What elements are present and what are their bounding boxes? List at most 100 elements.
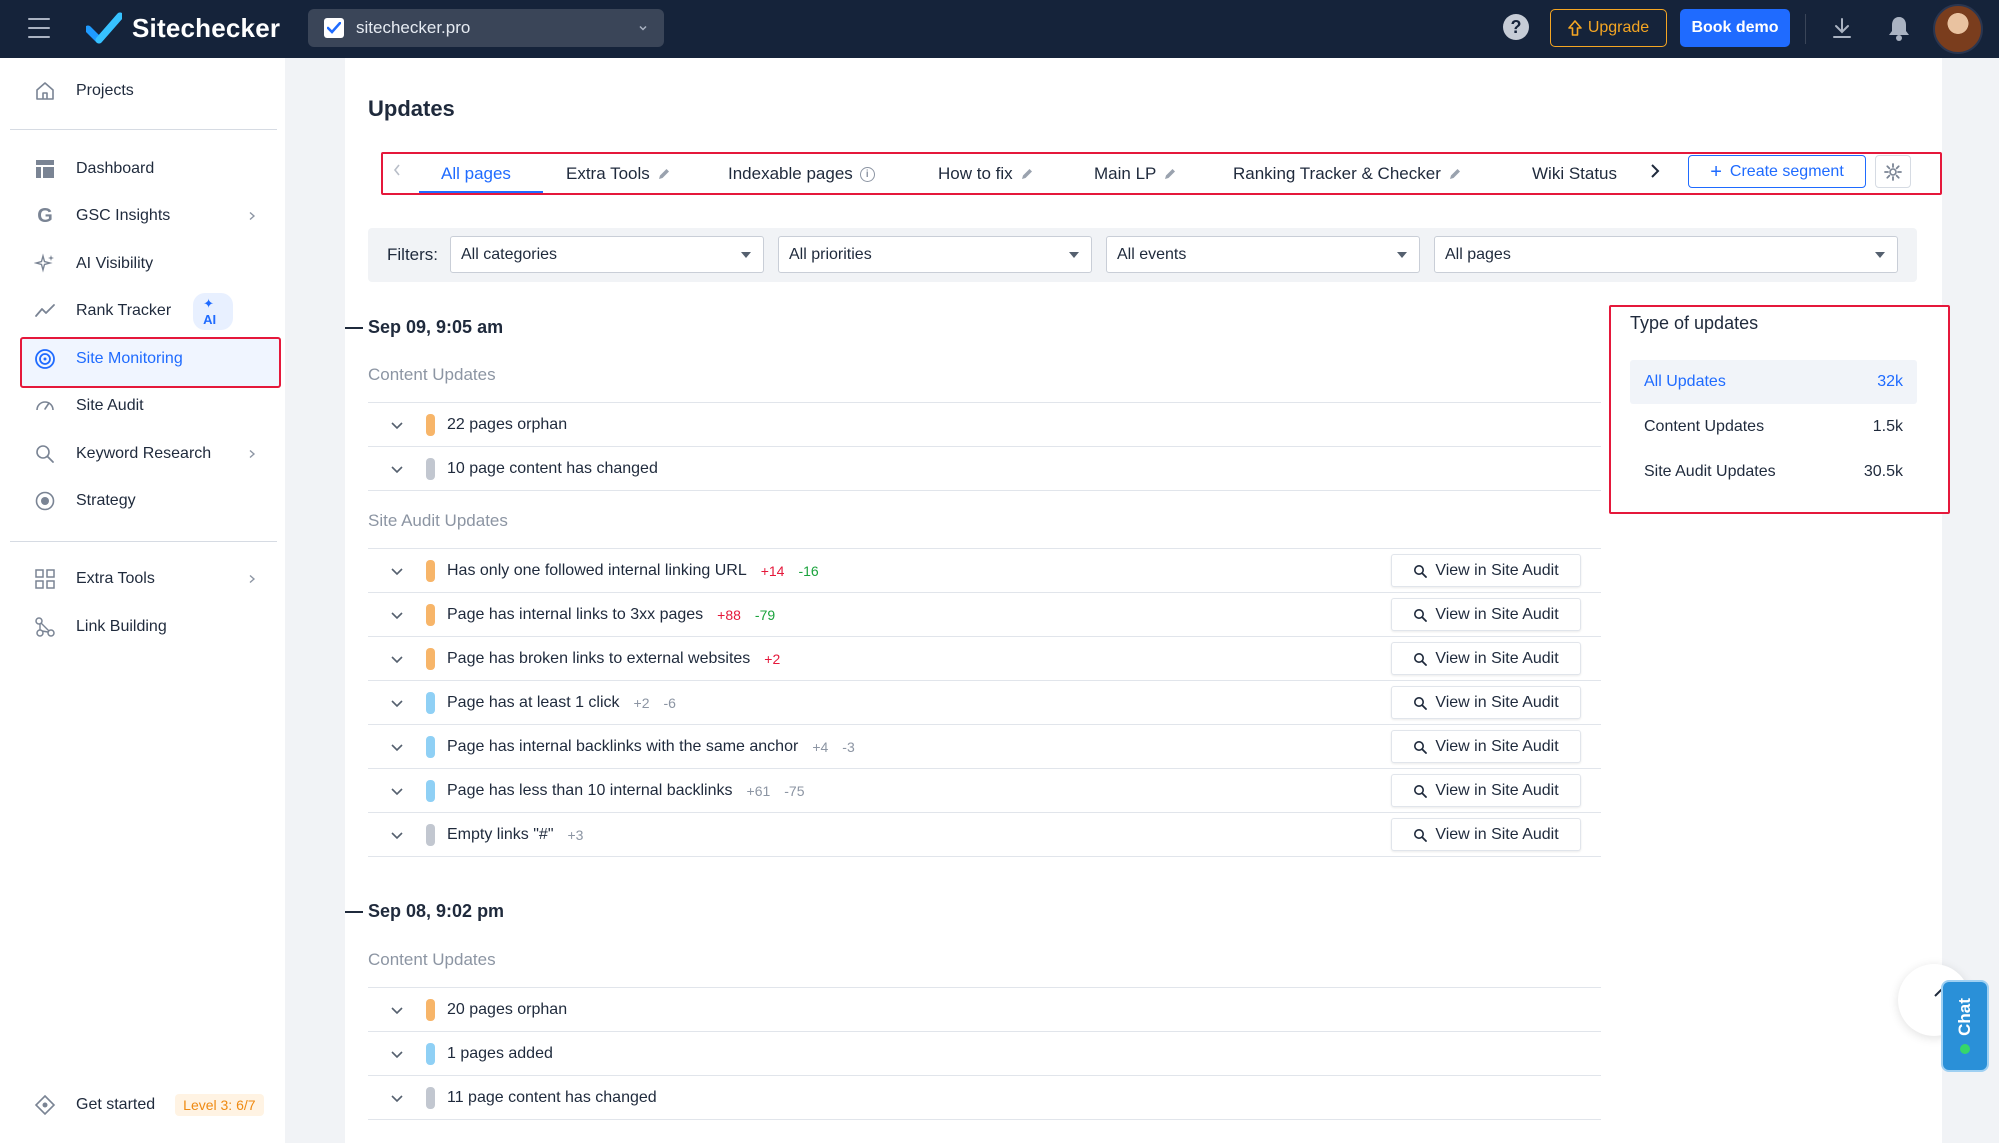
update-row[interactable]: Page has less than 10 internal backlinks… (368, 769, 1601, 812)
update-row[interactable]: 1 pages added (368, 1032, 1601, 1075)
pages-filter-select[interactable]: All pages (1434, 236, 1898, 273)
sidebar-item-extra-tools[interactable]: Extra Tools (22, 557, 277, 601)
sidebar-item-get-started[interactable]: Get started Level 3: 6/7 (22, 1083, 277, 1127)
chevron-down-icon[interactable] (390, 564, 404, 578)
tab-how-to-fix[interactable]: How to fix (938, 158, 1034, 190)
categories-filter-select[interactable]: All categories (450, 236, 764, 273)
priority-marker (426, 998, 435, 1021)
segment-settings-button[interactable] (1875, 155, 1911, 188)
update-row[interactable]: 20 pages orphan (368, 988, 1601, 1031)
view-in-site-audit-button[interactable]: View in Site Audit (1391, 774, 1581, 807)
type-row-site-audit-updates[interactable]: Site Audit Updates 30.5k (1630, 450, 1917, 494)
sidebar-item-rank-tracker[interactable]: Rank Tracker ✦ AI (22, 289, 277, 333)
delta-added: +61 (746, 782, 771, 799)
view-label: View in Site Audit (1435, 693, 1559, 711)
update-row[interactable]: Page has internal backlinks with the sam… (368, 725, 1601, 768)
user-avatar[interactable] (1933, 4, 1983, 54)
chevron-down-icon[interactable] (390, 1047, 404, 1061)
chevron-down-icon[interactable] (390, 696, 404, 710)
tab-all-pages[interactable]: All pages (441, 158, 511, 190)
book-demo-button[interactable]: Book demo (1680, 9, 1790, 47)
tab-extra-tools[interactable]: Extra Tools (566, 158, 671, 190)
view-in-site-audit-button[interactable]: View in Site Audit (1391, 730, 1581, 763)
delta-added: +88 (717, 606, 741, 623)
logo[interactable]: Sitechecker (86, 12, 280, 44)
tab-ranking-tracker-checker[interactable]: Ranking Tracker & Checker (1233, 158, 1462, 190)
tabs-scroll-left-icon[interactable] (390, 158, 404, 182)
section-label: Content Updates (368, 950, 496, 969)
update-text: 11 page content has changed (447, 1088, 657, 1106)
chevron-down-icon[interactable] (390, 462, 404, 476)
chevron-down-icon[interactable] (390, 784, 404, 798)
type-row-content-updates[interactable]: Content Updates 1.5k (1630, 405, 1917, 449)
view-in-site-audit-button[interactable]: View in Site Audit (1391, 686, 1581, 719)
type-label: Content Updates (1644, 418, 1765, 435)
chevron-down-icon[interactable] (390, 1091, 404, 1105)
update-row[interactable]: Empty links "#" +3 View in Site Audit (368, 813, 1601, 856)
priority-marker (426, 559, 435, 582)
create-segment-button[interactable]: + Create segment (1688, 155, 1866, 188)
pencil-icon[interactable] (657, 167, 671, 181)
update-text: 20 pages orphan (447, 1000, 568, 1018)
gear-icon (1884, 162, 1902, 181)
sidebar-item-strategy[interactable]: Strategy (22, 479, 277, 523)
upgrade-button[interactable]: Upgrade (1550, 9, 1667, 47)
tab-label: Indexable pages (728, 164, 853, 183)
view-label: View in Site Audit (1435, 649, 1559, 667)
chevron-right-icon (249, 574, 256, 584)
sidebar-divider (10, 541, 277, 542)
pencil-icon[interactable] (1020, 167, 1034, 181)
filters-label: Filters: (387, 245, 438, 264)
chevron-down-icon (1397, 251, 1407, 258)
events-filter-select[interactable]: All events (1106, 236, 1420, 273)
chevron-down-icon[interactable] (390, 608, 404, 622)
tab-indexable-pages[interactable]: Indexable pages i (728, 158, 875, 190)
sidebar-item-label: Strategy (76, 492, 136, 509)
sitechecker-logo-icon (86, 12, 122, 44)
update-row[interactable]: Page has broken links to external websit… (368, 637, 1601, 680)
chat-button[interactable]: Chat (1941, 980, 1989, 1072)
update-row[interactable]: 10 page content has changed (368, 447, 1601, 490)
upgrade-label: Upgrade (1587, 19, 1650, 36)
sidebar-item-site-monitoring[interactable]: Site Monitoring (22, 337, 277, 381)
tab-wiki-status[interactable]: Wiki Status (1532, 158, 1636, 190)
chevron-down-icon[interactable] (390, 1003, 404, 1017)
sidebar-item-ai-visibility[interactable]: AI Visibility (22, 242, 277, 286)
update-row[interactable]: Page has internal links to 3xx pages +88-… (368, 593, 1601, 636)
update-row[interactable]: 22 pages orphan (368, 403, 1601, 446)
info-icon[interactable]: i (859, 166, 875, 182)
type-row-all-updates[interactable]: All Updates 32k (1630, 360, 1917, 404)
chevron-down-icon[interactable] (390, 418, 404, 432)
tabs-scroll-right-icon[interactable] (1648, 160, 1662, 182)
tab-main-lp[interactable]: Main LP (1094, 158, 1177, 190)
chevron-down-icon[interactable] (390, 740, 404, 754)
sidebar-item-link-building[interactable]: Link Building (22, 605, 277, 649)
pencil-icon[interactable] (1163, 167, 1177, 181)
view-in-site-audit-button[interactable]: View in Site Audit (1391, 598, 1581, 631)
help-icon[interactable]: ? (1503, 14, 1529, 40)
menu-icon[interactable] (28, 18, 50, 38)
sidebar-item-keyword-research[interactable]: Keyword Research (22, 432, 277, 476)
project-select[interactable]: sitechecker.pro (308, 9, 664, 47)
sidebar-item-gsc-insights[interactable]: G GSC Insights (22, 194, 277, 238)
view-in-site-audit-button[interactable]: View in Site Audit (1391, 554, 1581, 587)
update-text: 10 page content has changed (447, 459, 658, 477)
notifications-bell-icon[interactable] (1886, 14, 1912, 42)
sidebar-item-label: Rank Tracker (76, 302, 172, 319)
search-icon (1414, 608, 1428, 622)
download-icon[interactable] (1830, 16, 1854, 40)
view-in-site-audit-button[interactable]: View in Site Audit (1391, 642, 1581, 675)
sidebar-item-projects[interactable]: Projects (22, 69, 277, 113)
sidebar-item-site-audit[interactable]: Site Audit (22, 384, 277, 428)
chevron-down-icon[interactable] (390, 828, 404, 842)
sidebar-item-dashboard[interactable]: Dashboard (22, 147, 277, 191)
update-row[interactable]: Page has at least 1 click +2 -6 View in Sit… (368, 681, 1601, 724)
tab-label: Main LP (1094, 164, 1157, 183)
view-in-site-audit-button[interactable]: View in Site Audit (1391, 818, 1581, 851)
sidebar-item-label: Keyword Research (76, 445, 212, 462)
update-row[interactable]: Has only one followed internal linking U… (368, 549, 1601, 592)
chevron-down-icon[interactable] (390, 652, 404, 666)
pencil-icon[interactable] (1448, 167, 1462, 181)
priorities-filter-select[interactable]: All priorities (778, 236, 1092, 273)
update-row[interactable]: 11 page content has changed (368, 1076, 1601, 1119)
